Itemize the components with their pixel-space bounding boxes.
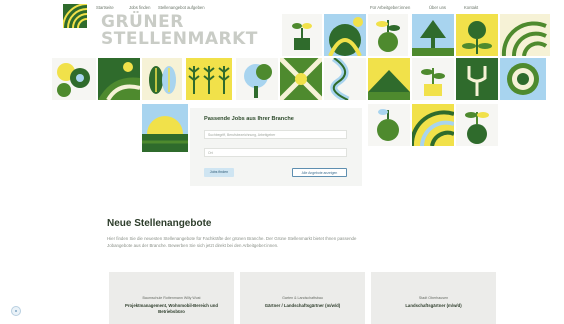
job-card[interactable]: Garten & Landschaftsbau Gärtner / Landsc… [240, 272, 365, 324]
job-card-title[interactable]: Projektmanagement, Wohnmobil-Bereich und… [115, 303, 228, 315]
nav-link-about[interactable]: Über uns [429, 5, 446, 10]
search-panel-title: Passende Jobs aus Ihrer Branche [204, 116, 294, 122]
brand-line-2: STELLENMARKT [101, 29, 258, 49]
fork-tool-icon [456, 58, 498, 100]
job-card-company: Garten & Landschaftsbau [282, 296, 323, 300]
sprout-bulb-icon [368, 14, 408, 56]
location-input[interactable]: Ort [204, 148, 347, 157]
river-icon [324, 58, 366, 100]
leaf-pod-icon [142, 58, 182, 100]
nav-link-post-job[interactable]: Stellenangebot aufgeben [158, 5, 205, 10]
crossroads-icon [280, 58, 322, 100]
brand-wordmark: GRÜNER STELLENMARKT [101, 14, 258, 48]
circles-pattern-icon [52, 58, 96, 100]
hills-road-icon [98, 58, 140, 100]
sprout-cup-icon [456, 104, 498, 146]
nav-link-employers[interactable]: Für Arbeitgeber:innen [370, 5, 410, 10]
plant-pot-icon [412, 58, 454, 100]
sprout-pot-icon [282, 14, 322, 56]
logo-icon[interactable] [63, 4, 87, 28]
listings-intro-text: Hier finden Sie die neuesten Stellenange… [107, 236, 357, 248]
job-card[interactable]: Stadt Oberhausen Landschaftsgärtner (m/w… [371, 272, 496, 324]
job-card-company: Stadt Oberhausen [418, 296, 449, 300]
accessibility-icon[interactable] [11, 306, 21, 316]
wheat-rows-icon [186, 58, 232, 100]
tree-icon [412, 14, 454, 56]
sunrise-arcs-icon [500, 14, 550, 56]
nav-link-home[interactable]: Startseite [96, 5, 114, 10]
field-sunset-icon [142, 104, 188, 152]
job-search-panel: Passende Jobs aus Ihrer Branche Suchbegr… [190, 108, 362, 186]
show-all-jobs-button[interactable]: Alle Angebote anzeigen [292, 168, 347, 177]
search-button[interactable]: Jobs finden [204, 168, 234, 177]
target-rings-icon [500, 58, 546, 100]
flower-icon [456, 14, 498, 56]
keyword-search-input[interactable]: Suchbegriff, Berufsbezeichnung, Arbeitge… [204, 130, 347, 139]
road-landscape-icon [324, 14, 366, 56]
job-card-company: Baumschule Rottenmann Willy Wust [142, 296, 201, 300]
nav-link-contact[interactable]: Kontakt [464, 5, 478, 10]
seedling-drop-icon [368, 104, 410, 146]
tree-blue-icon [236, 58, 278, 100]
sunburst-icon [412, 104, 454, 146]
listings-heading: Neue Stellenangebote [107, 218, 212, 229]
job-card[interactable]: Baumschule Rottenmann Willy Wust Projekt… [109, 272, 234, 324]
nav-link-jobs[interactable]: Jobs finden [129, 5, 150, 10]
house-roof-icon [368, 58, 410, 100]
job-card-title[interactable]: Gärtner / Landschaftsgärtner (m/w/d) [246, 303, 359, 309]
job-card-title[interactable]: Landschaftsgärtner (m/w/d) [377, 303, 490, 309]
